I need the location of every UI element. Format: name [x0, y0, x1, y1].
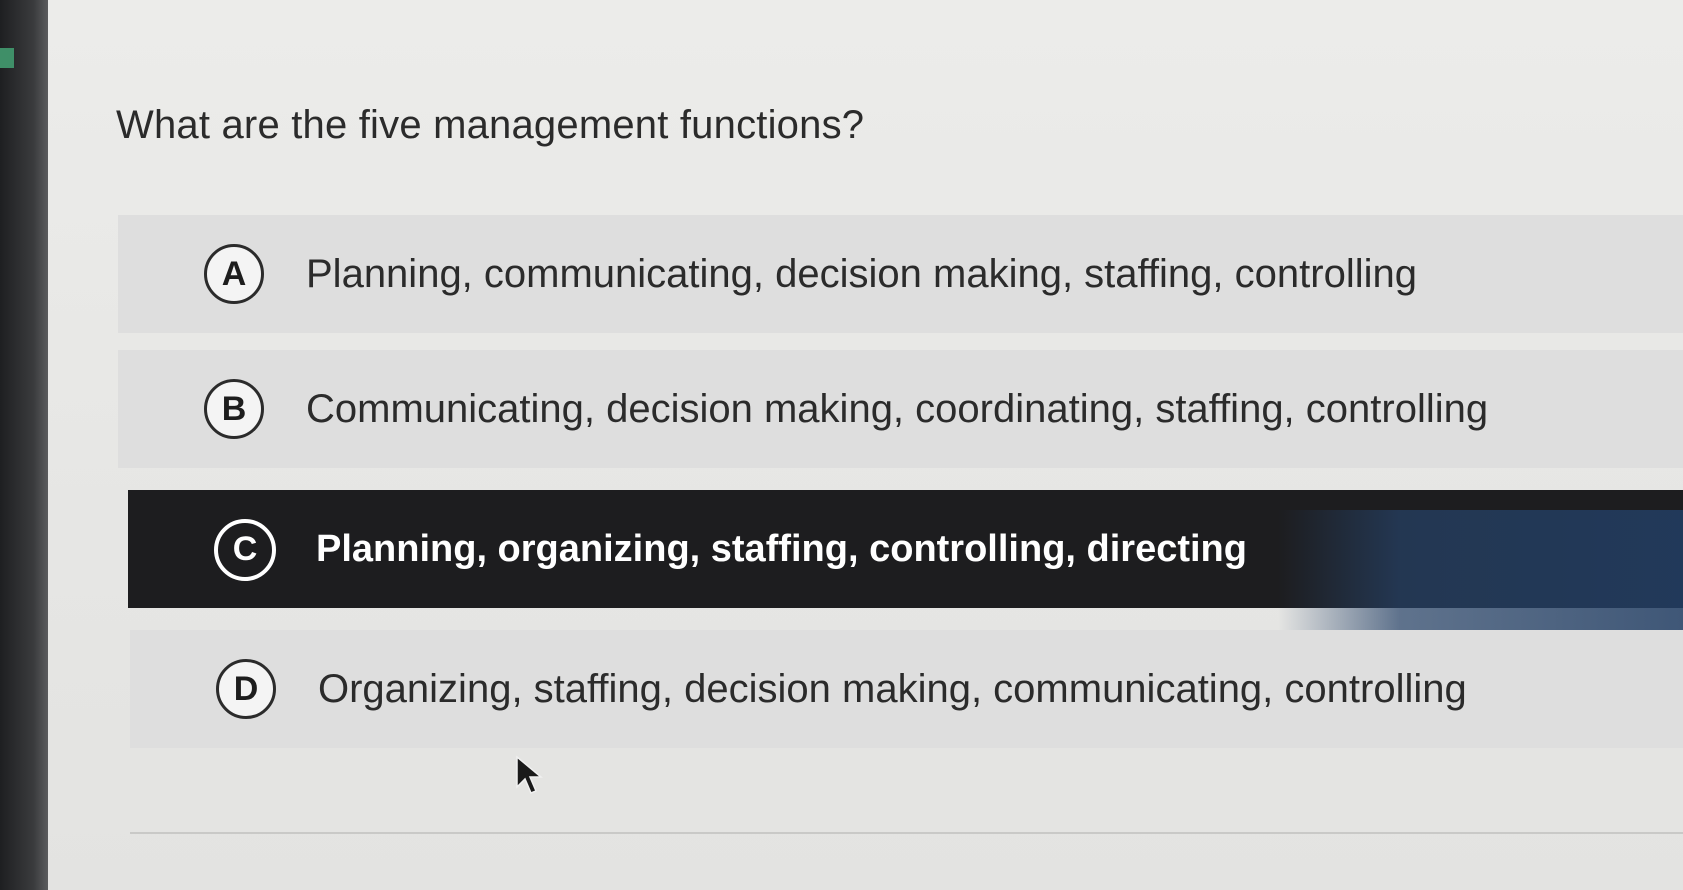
question-text: What are the five management functions?: [116, 103, 865, 147]
option-text: Organizing, staffing, decision making, c…: [318, 666, 1467, 711]
divider: [130, 832, 1683, 834]
mouse-pointer-icon: [516, 755, 544, 794]
answer-option-a[interactable]: A Planning, communicating, decision maki…: [118, 215, 1683, 333]
option-text: Planning, communicating, decision making…: [306, 251, 1417, 296]
option-letter-badge: B: [204, 379, 264, 439]
quiz-screen: What are the five management functions? …: [48, 0, 1683, 890]
answer-option-d[interactable]: D Organizing, staffing, decision making,…: [130, 630, 1683, 748]
option-text: Planning, organizing, staffing, controll…: [316, 527, 1247, 570]
answer-option-c[interactable]: C Planning, organizing, staffing, contro…: [128, 490, 1683, 608]
option-letter-badge: A: [204, 244, 264, 304]
option-text: Communicating, decision making, coordina…: [306, 386, 1489, 431]
option-letter-badge: D: [216, 659, 276, 719]
option-letter-badge: C: [214, 519, 276, 581]
answer-option-b[interactable]: B Communicating, decision making, coordi…: [118, 350, 1683, 468]
bezel-accent: [0, 48, 14, 68]
monitor-bezel: [0, 0, 48, 890]
